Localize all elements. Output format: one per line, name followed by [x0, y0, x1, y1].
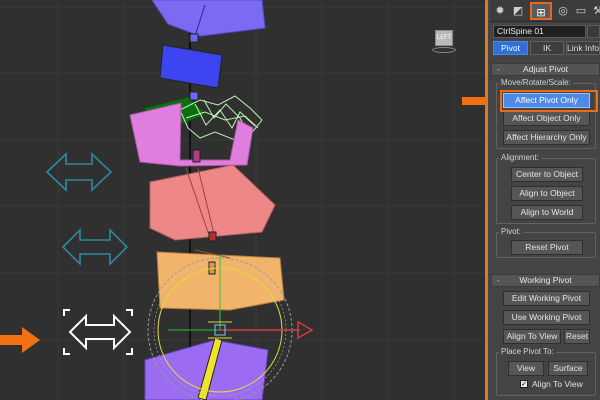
center-to-object-button[interactable]: Center to Object [511, 167, 583, 182]
reset-pivot-button[interactable]: Reset Pivot [511, 240, 583, 255]
use-working-pivot-button[interactable]: Use Working Pivot [503, 310, 590, 325]
viewport[interactable]: LEFT [0, 0, 485, 400]
move-hint-arrow-2 [61, 228, 129, 266]
alignment-label: Alignment: [499, 153, 541, 162]
motion-tab-icon[interactable]: ◎ [555, 2, 571, 20]
place-surface-button[interactable]: Surface [548, 361, 588, 376]
viewcube[interactable]: LEFT [432, 28, 456, 56]
move-hint-arrow [45, 152, 113, 192]
neck-control [159, 44, 223, 89]
tab-pivot[interactable]: Pivot [493, 41, 528, 55]
align-to-view-checkbox-label: Align To View [532, 379, 583, 389]
pivot-label: Pivot: [499, 227, 524, 236]
move-rotate-scale-label: Move/Rotate/Scale: [499, 78, 573, 87]
create-tab-icon[interactable]: ✹ [492, 2, 508, 20]
command-panel: ✹ ◩ ⊞ ◎ ▭ ⚒ CtrlSpine 01 Pivot IK Link I… [485, 0, 600, 400]
working-pivot-rollout-header[interactable]: - Working Pivot [491, 274, 600, 287]
place-pivot-label: Place Pivot To: [499, 347, 556, 356]
utilities-tab-icon[interactable]: ⚒ [590, 2, 600, 20]
adjust-pivot-title: Adjust Pivot [523, 64, 568, 74]
align-to-view-button[interactable]: Align To View [503, 329, 561, 344]
viewcube-label: LEFT [436, 34, 452, 41]
align-to-world-button[interactable]: Align to World [511, 205, 583, 220]
working-pivot-title: Working Pivot [519, 275, 572, 285]
collapse-icon: - [497, 65, 500, 74]
gizmo-x-arrow [297, 320, 314, 340]
adjust-pivot-rollout-header[interactable]: - Adjust Pivot [491, 63, 600, 76]
affect-pivot-highlight [500, 90, 598, 112]
viewport-scene [0, 0, 485, 400]
hierarchy-tab-icon[interactable]: ⊞ [530, 2, 552, 20]
edit-working-pivot-button[interactable]: Edit Working Pivot [503, 291, 590, 306]
object-color-swatch[interactable] [587, 25, 600, 38]
reset-working-pivot-button[interactable]: Reset [564, 329, 590, 344]
align-to-view-checkbox[interactable]: ✓ [520, 380, 528, 388]
display-tab-icon[interactable]: ▭ [573, 2, 589, 20]
tab-ik[interactable]: IK [530, 41, 564, 55]
modify-tab-icon[interactable]: ◩ [510, 2, 526, 20]
collapse-icon: - [497, 276, 500, 285]
annotation-arrow-left [0, 327, 40, 353]
affect-object-only-button[interactable]: Affect Object Only [503, 111, 590, 126]
selected-control [63, 309, 133, 355]
tab-link-info[interactable]: Link Info [566, 41, 600, 55]
viewcube-compass-ring[interactable] [432, 47, 456, 53]
affect-hierarchy-only-button[interactable]: Affect Hierarchy Only [503, 130, 590, 145]
object-name-field[interactable]: CtrlSpine 01 [493, 25, 586, 38]
place-view-button[interactable]: View [508, 361, 544, 376]
align-to-object-button[interactable]: Align to Object [511, 186, 583, 201]
head-control [151, 0, 266, 37]
command-panel-tabs: ✹ ◩ ⊞ ◎ ▭ ⚒ [490, 0, 600, 22]
